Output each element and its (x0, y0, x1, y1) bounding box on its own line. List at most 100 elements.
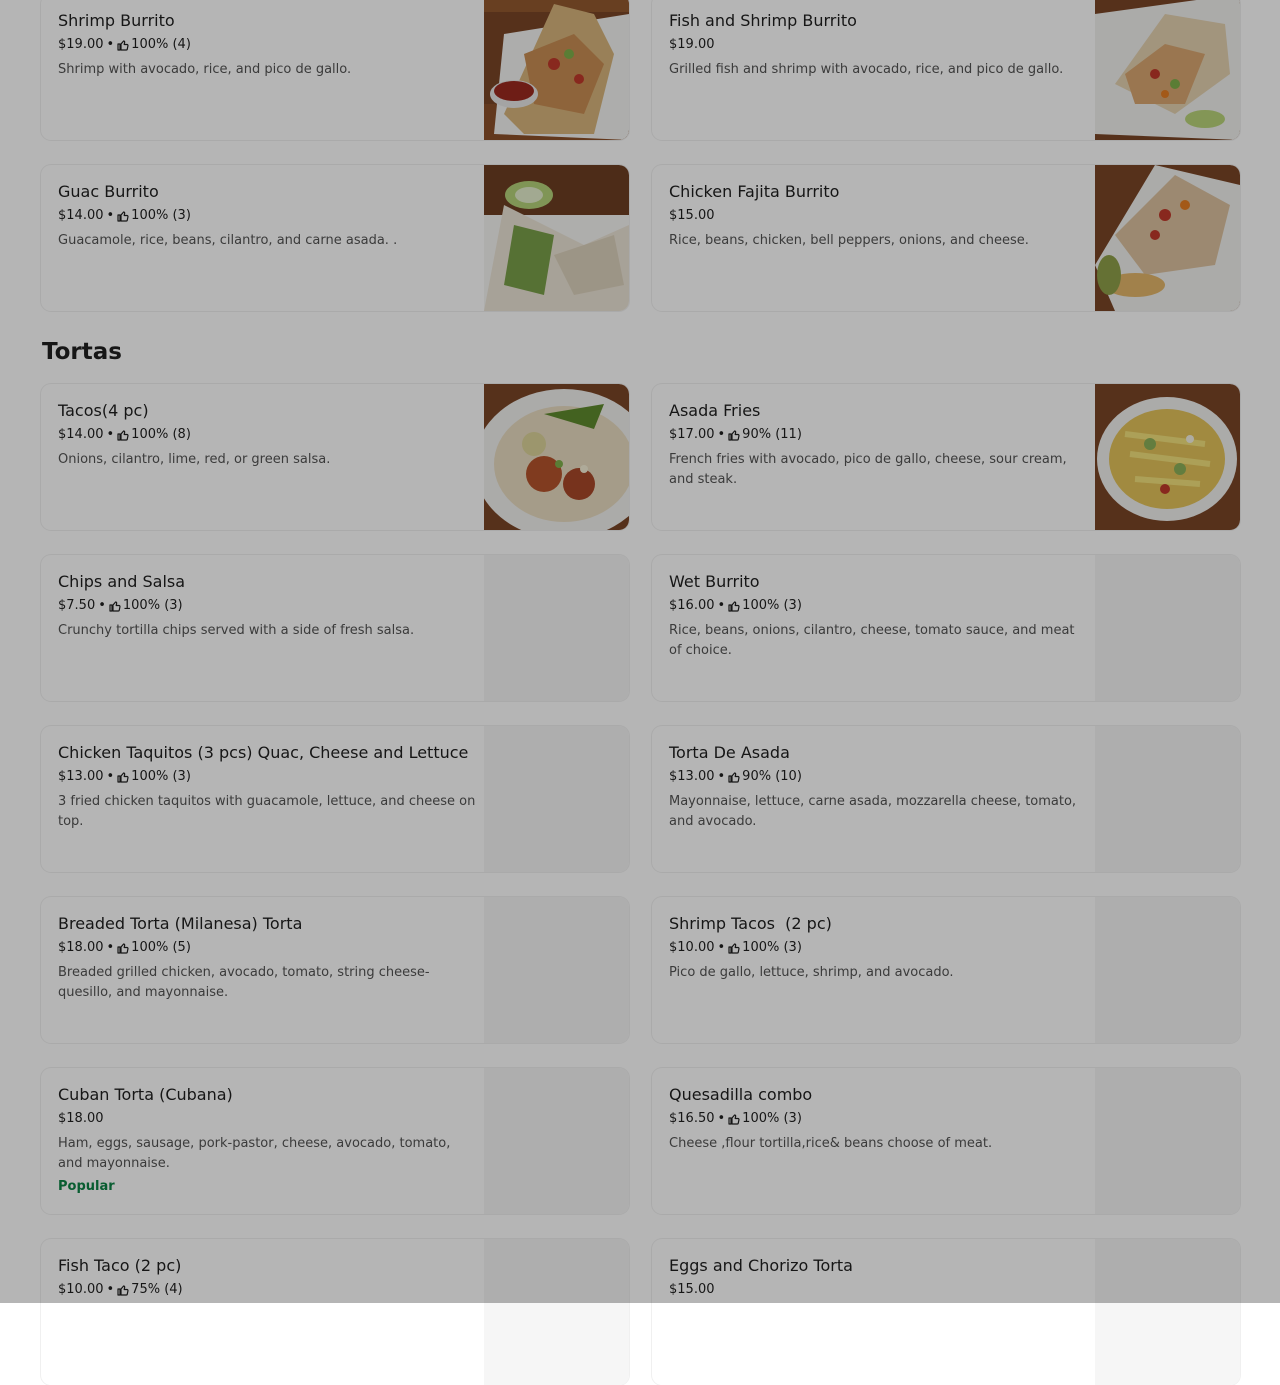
item-price: $10.00 (58, 1282, 104, 1297)
menu-item-card[interactable]: Cuban Torta (Cubana) $18.00 Ham, eggs, s… (41, 1068, 629, 1214)
meta-separator: • (106, 37, 115, 52)
item-name: Eggs and Chorizo Torta (669, 1256, 853, 1275)
menu-item-card[interactable]: Shrimp Tacos (2 pc) $10.00 • 100% (3) Pi… (652, 897, 1240, 1043)
item-name: Shrimp Burrito (58, 11, 175, 30)
menu-item-card[interactable]: Chicken Taquitos (3 pcs) Quac, Cheese an… (41, 726, 629, 872)
item-rating: 90% (10) (742, 769, 802, 784)
item-price: $13.00 (58, 769, 104, 784)
item-rating: 100% (8) (131, 427, 191, 442)
menu-item-card[interactable]: Torta De Asada $13.00 • 90% (10) Mayonna… (652, 726, 1240, 872)
meta-separator: • (717, 427, 726, 442)
menu-item-card[interactable]: Tacos(4 pc) $14.00 • 100% (8) Onions, ci… (41, 384, 629, 530)
menu-item-card[interactable]: Fish and Shrimp Burrito $19.00 Grilled f… (652, 0, 1240, 140)
item-name: Chicken Taquitos (3 pcs) Quac, Cheese an… (58, 743, 469, 762)
thumbs-up-icon (728, 772, 740, 783)
item-description: 3 fried chicken taquitos with guacamole,… (58, 794, 476, 829)
item-name: Fish and Shrimp Burrito (669, 11, 857, 30)
item-description: Breaded grilled chicken, avocado, tomato… (58, 965, 430, 1000)
menu-item-card[interactable]: Guac Burrito $14.00 • 100% (3) Guacamole… (41, 165, 629, 311)
item-description: Ham, eggs, sausage, pork-pastor, cheese,… (58, 1136, 451, 1171)
thumbs-up-icon (117, 943, 129, 954)
item-description: Mayonnaise, lettuce, carne asada, mozzar… (669, 794, 1077, 829)
meta-separator: • (717, 598, 726, 613)
menu-item-card[interactable]: Chicken Fajita Burrito $15.00 Rice, bean… (652, 165, 1240, 311)
burrito-photo (484, 165, 629, 311)
menu-page: Shrimp Burrito $19.00 • 100% (4) Shrimp … (0, 0, 1280, 1385)
item-price: $19.00 (669, 37, 715, 52)
item-meta: $17.00 • 90% (11) (669, 426, 1089, 444)
image-placeholder (1095, 1068, 1240, 1214)
image-placeholder (484, 1239, 629, 1385)
item-meta: $7.50 • 100% (3) (58, 597, 478, 615)
thumbs-up-icon (117, 211, 129, 222)
item-description: Rice, beans, chicken, bell peppers, onio… (669, 233, 1029, 248)
meta-separator: • (106, 769, 115, 784)
thumbs-up-icon (117, 430, 129, 441)
item-meta: $13.00 • 90% (10) (669, 768, 1089, 786)
meta-separator: • (106, 208, 115, 223)
menu-item-card[interactable]: Chips and Salsa $7.50 • 100% (3) Crunchy… (41, 555, 629, 701)
meta-separator: • (98, 598, 106, 613)
item-description: French fries with avocado, pico de gallo… (669, 452, 1067, 487)
item-rating: 100% (5) (131, 940, 191, 955)
menu-item-card[interactable]: Fish Taco (2 pc) $10.00 • 75% (4) (41, 1239, 629, 1385)
item-price: $17.00 (669, 427, 715, 442)
menu-item-card[interactable]: Wet Burrito $16.00 • 100% (3) Rice, bean… (652, 555, 1240, 701)
item-meta: $10.00 • 75% (4) (58, 1281, 478, 1299)
item-meta: $10.00 • 100% (3) (669, 939, 1089, 957)
menu-item-card[interactable]: Eggs and Chorizo Torta $15.00 (652, 1239, 1240, 1385)
item-description: Crunchy tortilla chips served with a sid… (58, 623, 415, 638)
item-name: Guac Burrito (58, 182, 159, 201)
image-placeholder (1095, 1239, 1240, 1385)
item-price: $7.50 (58, 598, 96, 613)
item-meta: $19.00 • 100% (4) (58, 36, 478, 54)
thumbs-up-icon (728, 601, 740, 612)
thumbs-up-icon (117, 40, 129, 51)
thumbs-up-icon (109, 601, 121, 612)
item-price: $15.00 (669, 208, 715, 223)
item-description: Guacamole, rice, beans, cilantro, and ca… (58, 233, 398, 248)
item-rating: 100% (3) (122, 598, 183, 613)
item-meta: $16.50 • 100% (3) (669, 1110, 1089, 1128)
item-price: $15.00 (669, 1282, 715, 1297)
image-placeholder (484, 726, 629, 872)
item-description: Rice, beans, onions, cilantro, cheese, t… (669, 623, 1075, 658)
item-name: Asada Fries (669, 401, 761, 420)
image-placeholder (1095, 555, 1240, 701)
menu-item-card[interactable]: Quesadilla combo $16.50 • 100% (3) Chees… (652, 1068, 1240, 1214)
menu-item-card[interactable]: Shrimp Burrito $19.00 • 100% (4) Shrimp … (41, 0, 629, 140)
image-placeholder (1095, 897, 1240, 1043)
item-price: $14.00 (58, 427, 104, 442)
item-meta: $15.00 (669, 207, 1089, 225)
image-placeholder (484, 1068, 629, 1214)
item-description: Shrimp with avocado, rice, and pico de g… (58, 62, 352, 77)
item-name: Cuban Torta (Cubana) (58, 1085, 233, 1104)
image-placeholder (484, 555, 629, 701)
item-rating: 100% (3) (131, 208, 191, 223)
item-price: $18.00 (58, 1111, 104, 1126)
meta-separator: • (106, 427, 115, 442)
item-meta: $18.00 • 100% (5) (58, 939, 478, 957)
item-rating: 100% (3) (742, 598, 802, 613)
item-price: $14.00 (58, 208, 104, 223)
item-price: $16.50 (669, 1111, 715, 1126)
item-meta: $15.00 (669, 1281, 1089, 1299)
item-meta: $18.00 (58, 1110, 478, 1128)
item-rating: 100% (3) (742, 1111, 802, 1126)
burrito-photo (1095, 0, 1240, 140)
item-price: $10.00 (669, 940, 715, 955)
tacos-photo (484, 384, 629, 530)
item-description: Grilled fish and shrimp with avocado, ri… (669, 62, 1064, 77)
item-name: Chicken Fajita Burrito (669, 182, 840, 201)
item-meta: $13.00 • 100% (3) (58, 768, 478, 786)
thumbs-up-icon (728, 943, 740, 954)
item-name: Torta De Asada (669, 743, 790, 762)
menu-item-card[interactable]: Breaded Torta (Milanesa) Torta $18.00 • … (41, 897, 629, 1043)
thumbs-up-icon (117, 1285, 129, 1296)
item-name: Chips and Salsa (58, 572, 186, 591)
item-price: $18.00 (58, 940, 104, 955)
item-name: Fish Taco (2 pc) (58, 1256, 182, 1275)
meta-separator: • (717, 1111, 726, 1126)
menu-item-card[interactable]: Asada Fries $17.00 • 90% (11) French fri… (652, 384, 1240, 530)
item-meta: $16.00 • 100% (3) (669, 597, 1089, 615)
